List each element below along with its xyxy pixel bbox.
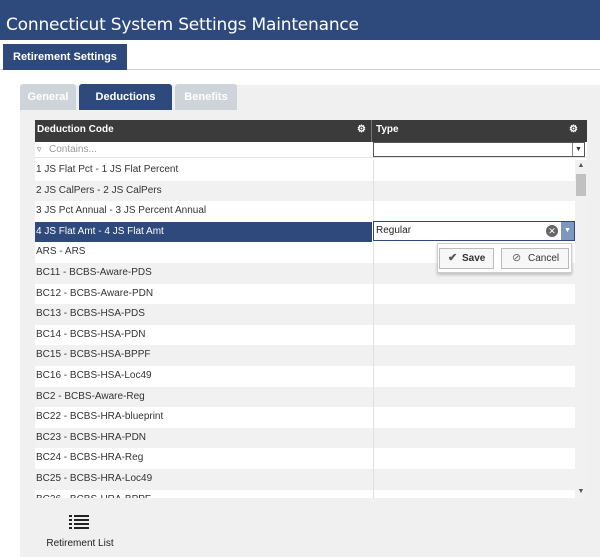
table-row[interactable]: BC12 - BCBS-Aware-PDN	[35, 283, 575, 305]
retirement-list-button[interactable]: Retirement List	[45, 515, 115, 553]
table-row[interactable]: BC26 - BCBS-HRA-BPPF	[35, 489, 575, 499]
type-cell[interactable]	[373, 489, 575, 498]
tab-deductions[interactable]: Deductions	[79, 84, 172, 110]
list-icon	[69, 515, 89, 529]
filter-row: ▿ Contains... ▼	[35, 142, 587, 158]
row-edit-actions: ✔ Save ⊘ Cancel	[437, 243, 572, 273]
deduction-code-cell: 2 JS CalPers - 2 JS CalPers	[36, 184, 162, 196]
table-row[interactable]: BC14 - BCBS-HSA-PDN	[35, 324, 575, 346]
retirement-list-label: Retirement List	[46, 538, 114, 549]
gear-icon[interactable]: ⚙	[569, 125, 579, 135]
type-cell[interactable]	[373, 345, 575, 366]
table-row[interactable]: BC25 - BCBS-HRA-Loc49	[35, 468, 575, 490]
type-cell[interactable]	[373, 180, 575, 202]
deduction-code-cell: 1 JS Flat Pct - 1 JS Flat Percent	[36, 164, 179, 175]
type-cell[interactable]	[373, 386, 575, 408]
table-row[interactable]: BC2 - BCBS-Aware-Reg	[35, 386, 575, 408]
table-row[interactable]: 1 JS Flat Pct - 1 JS Flat Percent	[35, 160, 575, 181]
table-row[interactable]: BC15 - BCBS-HSA-BPPF	[35, 345, 575, 366]
table-row[interactable]: 3 JS Pct Annual - 3 JS Percent Annual	[35, 201, 575, 222]
tab-general[interactable]: General	[20, 84, 76, 110]
deduction-code-cell: 3 JS Pct Annual - 3 JS Percent Annual	[36, 205, 207, 217]
deduction-code-cell: BC26 - BCBS-HRA-BPPF	[35, 490, 372, 499]
deduction-code-cell: BC24 - BCBS-HRA-Reg	[36, 452, 144, 464]
tab-benefits[interactable]: Benefits	[175, 84, 237, 110]
title-bar: Connecticut System Settings Maintenance	[0, 0, 600, 40]
deduction-code-cell: BC14 - BCBS-HSA-PDN	[36, 328, 146, 340]
table-row[interactable]: 2 JS CalPers - 2 JS CalPers	[35, 180, 575, 202]
column-header-deduction-code[interactable]: Deduction Code ⚙	[35, 120, 372, 142]
column-header-label: Deduction Code	[37, 124, 114, 135]
cancel-button[interactable]: ⊘ Cancel	[501, 248, 569, 269]
deduction-code-cell: BC13 - BCBS-HSA-PDS	[36, 308, 145, 320]
deduction-code-cell: BC22 - BCBS-HRA-blueprint	[36, 411, 164, 423]
deduction-code-cell: BC16 - BCBS-HSA-Loc49	[36, 369, 152, 381]
type-cell[interactable]	[373, 365, 575, 387]
deduction-code-cell: 4 JS Flat Amt - 4 JS Flat Amt	[35, 221, 372, 243]
table-row[interactable]: BC23 - BCBS-HRA-PDN	[35, 427, 575, 449]
window-title: Connecticut System Settings Maintenance	[6, 15, 359, 35]
save-button[interactable]: ✔ Save	[439, 248, 494, 269]
deduction-code-cell: BC11 - BCBS-Aware-PDS	[36, 266, 152, 278]
deduction-code-cell: BC2 - BCBS-Aware-Reg	[36, 390, 145, 402]
deductions-grid: Deduction Code ⚙ Type ⚙ ▿ Contains... ▼ …	[35, 120, 587, 498]
type-cell[interactable]	[373, 407, 575, 428]
table-row[interactable]: BC24 - BCBS-HRA-Reg	[35, 448, 575, 469]
save-button-label: Save	[462, 253, 486, 264]
type-cell[interactable]	[373, 324, 575, 346]
column-header-type[interactable]: Type ⚙	[373, 120, 587, 142]
type-cell[interactable]	[373, 304, 575, 325]
table-row[interactable]: BC13 - BCBS-HSA-PDS	[35, 304, 575, 325]
type-cell[interactable]	[373, 160, 575, 181]
type-cell[interactable]	[373, 427, 575, 449]
settings-tab-bar: Retirement Settings	[0, 40, 600, 70]
clear-icon[interactable]: ✕	[546, 225, 558, 237]
check-icon: ✔	[448, 252, 458, 264]
cancel-icon: ⊘	[512, 252, 522, 264]
scrollbar-thumb[interactable]	[576, 174, 586, 196]
grid-header: Deduction Code ⚙ Type ⚙	[35, 120, 587, 142]
type-cell[interactable]	[373, 201, 575, 222]
grid-rows: 1 JS Flat Pct - 1 JS Flat Percent 2 JS C…	[35, 160, 575, 498]
gear-icon[interactable]: ⚙	[357, 125, 367, 135]
grid-scrollbar[interactable]: ▲ ▼	[575, 160, 587, 498]
type-cell[interactable]	[373, 283, 575, 305]
deduction-code-cell: BC15 - BCBS-HSA-BPPF	[36, 349, 151, 361]
type-cell[interactable]	[373, 448, 575, 469]
code-filter-input[interactable]: Contains...	[36, 143, 371, 156]
deduction-code-cell: BC25 - BCBS-HRA-Loc49	[36, 472, 153, 484]
cancel-button-label: Cancel	[528, 253, 560, 264]
chevron-down-icon[interactable]: ▼	[561, 222, 574, 240]
deduction-code-cell: ARS - ARS	[36, 246, 86, 258]
deduction-code-cell: BC23 - BCBS-HRA-PDN	[36, 431, 147, 443]
column-header-label: Type	[376, 124, 399, 135]
type-cell[interactable]	[373, 468, 575, 490]
tab-retirement-settings[interactable]: Retirement Settings	[3, 44, 127, 70]
type-editor-value: Regular	[376, 225, 412, 236]
scroll-down-icon[interactable]: ▼	[575, 486, 587, 498]
table-row[interactable]: BC22 - BCBS-HRA-blueprint	[35, 407, 575, 428]
footer-bar	[35, 498, 600, 557]
type-filter-select[interactable]: ▼	[373, 142, 585, 157]
table-row[interactable]: BC16 - BCBS-HSA-Loc49	[35, 365, 575, 387]
type-editor-dropdown[interactable]: Regular ✕ ▼	[373, 221, 575, 241]
deduction-code-cell: BC12 - BCBS-Aware-PDN	[36, 287, 154, 299]
scroll-up-icon[interactable]: ▲	[575, 160, 587, 172]
chevron-down-icon[interactable]: ▼	[572, 143, 584, 156]
